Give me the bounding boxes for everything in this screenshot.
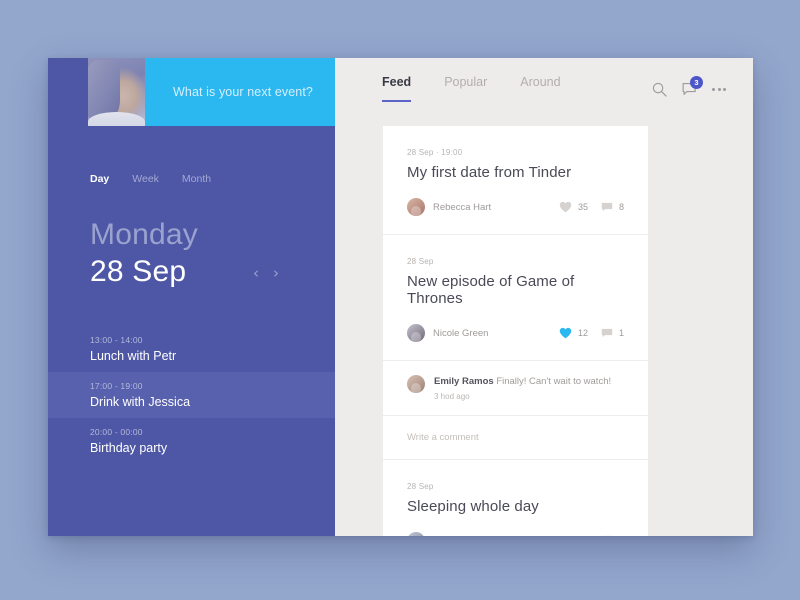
event-time: 20:00 - 00:00 — [90, 427, 143, 437]
tab-around[interactable]: Around — [520, 75, 560, 109]
hero-profile-photo — [88, 58, 145, 126]
avatar — [407, 324, 425, 342]
photo-hair-shape — [88, 60, 120, 118]
chevron-left-icon[interactable]: ‹ — [253, 266, 259, 281]
chevron-right-icon[interactable]: › — [273, 266, 279, 281]
post-headline: My first date from Tinder — [407, 164, 572, 181]
view-tab-day[interactable]: Day — [90, 173, 109, 185]
post-author-name: Eric Obrien — [433, 535, 481, 536]
post-headline: Sleeping whole day — [407, 497, 539, 515]
feed-tabs: Feed Popular Around — [335, 75, 561, 109]
event-search-bar[interactable]: What is your next event? — [145, 58, 335, 126]
post-author[interactable]: Rebecca Hart — [407, 198, 491, 216]
heart-icon — [561, 535, 570, 536]
calendar-nav-arrows: ‹ › — [253, 266, 279, 281]
post-stats: 24 4 — [559, 535, 624, 536]
calendar-view-tabs: Day Week Month — [90, 173, 211, 185]
comment-text: Finally! Can't wait to watch! — [496, 376, 612, 387]
event-time: 13:00 - 14:00 — [90, 335, 143, 345]
post-meta: 28 Sep · 19:00 — [407, 148, 463, 157]
tab-feed[interactable]: Feed — [382, 75, 412, 109]
comment-icon — [601, 328, 613, 337]
calendar-panel: What is your next event? Day Week Month … — [48, 58, 335, 536]
post-author[interactable]: Nicole Green — [407, 324, 488, 342]
content-area: Feed Popular Around 3 28 Sep · 19:00 My … — [335, 58, 753, 536]
event-search-placeholder: What is your next event? — [173, 85, 313, 99]
heart-icon-filled — [559, 327, 572, 339]
avatar — [407, 198, 425, 216]
calendar-event-item[interactable]: 17:00 - 19:00 Drink with Jessica — [48, 372, 335, 418]
calendar-event-list: 13:00 - 14:00 Lunch with Petr 17:00 - 19… — [48, 326, 335, 464]
search-icon[interactable] — [652, 82, 667, 97]
post-meta: 28 Sep — [407, 481, 434, 491]
post-meta: 28 Sep — [407, 257, 434, 266]
post-author-name: Nicole Green — [433, 327, 489, 339]
event-time: 17:00 - 19:00 — [90, 381, 143, 391]
comment-count: 8 — [618, 202, 624, 212]
like-stat[interactable]: 35 — [559, 201, 588, 213]
dot — [712, 88, 715, 91]
calendar-event-item[interactable]: 20:00 - 00:00 Birthday party — [48, 418, 335, 464]
comment-stat[interactable]: 1 — [601, 328, 624, 339]
tab-popular[interactable]: Popular — [444, 75, 487, 109]
photo-shoulder-shape — [88, 112, 145, 126]
feed-list: 28 Sep · 19:00 My first date from Tinder… — [383, 126, 648, 536]
comment-body: Emily Ramos Finally! Can't wait to watch… — [434, 375, 611, 401]
comment-icon — [601, 535, 613, 536]
dot — [723, 88, 726, 91]
feed-post[interactable]: 28 Sep Sleeping whole day Eric Obrien 24 — [383, 460, 648, 536]
post-stats: 35 8 — [559, 201, 624, 213]
post-footer: Eric Obrien 24 4 — [407, 531, 624, 536]
app-window: What is your next event? Day Week Month … — [48, 58, 753, 536]
chat-bubble-icon[interactable]: 3 — [682, 76, 703, 97]
write-comment-input[interactable]: Write a comment — [383, 416, 648, 460]
feed-post[interactable]: 28 Sep · 19:00 My first date from Tinder… — [383, 126, 648, 235]
like-count: 35 — [577, 202, 588, 212]
messages-badge: 3 — [690, 76, 703, 89]
post-headline: New episode of Game of Thrones — [407, 273, 575, 307]
calendar-event-item[interactable]: 13:00 - 14:00 Lunch with Petr — [48, 326, 335, 372]
feed-post[interactable]: 28 Sep New episode of Game of Thrones Ni… — [383, 235, 648, 361]
avatar — [407, 375, 425, 393]
comment-stat[interactable]: 4 — [601, 535, 624, 537]
dot — [717, 88, 721, 91]
avatar — [407, 531, 425, 536]
post-footer: Rebecca Hart 35 8 — [407, 198, 624, 216]
top-navigation-bar: Feed Popular Around 3 — [335, 58, 753, 126]
calendar-day-name: Monday — [90, 218, 198, 251]
event-title: Birthday party — [90, 441, 168, 455]
comment-stat[interactable]: 8 — [601, 202, 624, 213]
like-stat[interactable]: 24 — [559, 535, 588, 536]
calendar-day-date: 28 Sep — [90, 255, 187, 288]
like-stat[interactable]: 12 — [559, 327, 588, 339]
post-footer: Nicole Green 12 1 — [407, 324, 624, 342]
like-count: 12 — [577, 328, 588, 338]
heart-icon — [559, 201, 572, 213]
post-comment: Emily Ramos Finally! Can't wait to watch… — [383, 361, 648, 416]
comment-author: Emily Ramos — [434, 376, 494, 387]
view-tab-week[interactable]: Week — [132, 173, 159, 185]
post-author-name: Rebecca Hart — [433, 201, 492, 213]
event-title: Drink with Jessica — [90, 395, 191, 409]
view-tab-month[interactable]: Month — [182, 173, 211, 185]
more-options-icon[interactable] — [712, 88, 726, 91]
comment-icon — [601, 202, 613, 211]
post-stats: 12 1 — [559, 327, 624, 339]
top-bar-actions: 3 — [652, 76, 726, 97]
comment-line: Emily Ramos Finally! Can't wait to watch… — [434, 376, 611, 389]
event-title: Lunch with Petr — [90, 349, 177, 363]
comment-count: 1 — [618, 328, 624, 338]
comment-timestamp: 3 hod ago — [434, 391, 470, 401]
post-author[interactable]: Eric Obrien — [407, 531, 481, 536]
